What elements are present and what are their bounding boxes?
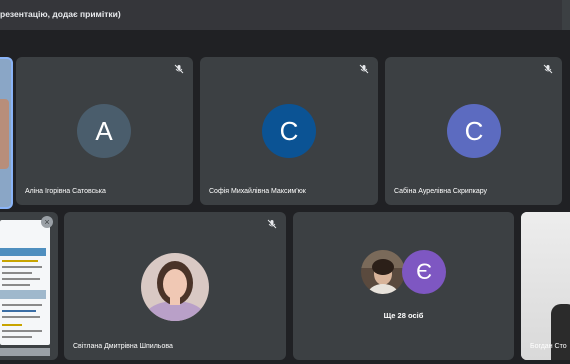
slide-footer-bar xyxy=(0,348,50,356)
close-icon[interactable]: × xyxy=(41,216,53,228)
mic-off-icon xyxy=(359,64,369,74)
avatar: А xyxy=(77,104,131,158)
participant-tile-1[interactable]: А Аліна Ігорівна Сатовська xyxy=(16,57,193,205)
slide-heading-bar xyxy=(0,248,46,256)
participant-name: Софія Михайлівна Максим'юк xyxy=(209,188,306,195)
avatar: Є xyxy=(402,250,446,294)
participant-name: Богдан Сто xyxy=(530,343,567,350)
participant-tile-photo[interactable]: Світлана Дмитрівна Шпильова xyxy=(64,212,286,360)
participant-tile-partial-left[interactable] xyxy=(0,57,13,209)
avatar: С xyxy=(262,104,316,158)
profile-photo xyxy=(141,253,209,321)
more-participants-tile[interactable]: Є Ще 28 осіб xyxy=(293,212,514,360)
participant-name: Світлана Дмитрівна Шпильова xyxy=(73,343,173,350)
top-bar: резентацію, додає примітки) xyxy=(0,0,570,30)
participant-tile-partial-right[interactable]: Богдан Сто xyxy=(521,212,570,360)
slide-text-line xyxy=(2,278,40,280)
slide-text-line xyxy=(2,330,42,332)
avatar-initial: А xyxy=(95,115,113,146)
slide-text-line xyxy=(2,284,30,286)
participant-name: Сабіна Аурелівна Скрипкару xyxy=(394,188,488,195)
avatar-initial: С xyxy=(464,115,484,146)
presentation-slide xyxy=(0,220,50,345)
participant-name: Аліна Ігорівна Сатовська xyxy=(25,188,106,195)
presentation-caption: резентацію, додає примітки) xyxy=(0,9,121,19)
slide-text-line xyxy=(2,304,42,306)
avatar-initial: С xyxy=(279,115,299,146)
slide-text-line xyxy=(2,266,42,268)
slide-text-line xyxy=(2,310,36,312)
participant-tile-2[interactable]: С Софія Михайлівна Максим'юк xyxy=(200,57,378,205)
presentation-tile[interactable] xyxy=(0,212,58,360)
mic-off-icon xyxy=(174,64,184,74)
topbar-edge xyxy=(562,0,570,30)
participant-video xyxy=(0,99,9,169)
participant-tile-3[interactable]: С Сабіна Аурелівна Скрипкару xyxy=(385,57,562,205)
slide-text-line xyxy=(2,324,22,326)
avatar: С xyxy=(447,104,501,158)
more-participants-label: Ще 28 осіб xyxy=(383,311,424,320)
mic-off-icon xyxy=(267,219,277,229)
avatar-initial: Є xyxy=(416,259,432,284)
participant-silhouette xyxy=(551,304,570,360)
slide-text-line xyxy=(2,336,32,338)
mic-off-icon xyxy=(543,64,553,74)
slide-text-line xyxy=(2,260,38,262)
slide-text-line xyxy=(2,272,32,274)
slide-text-line xyxy=(2,316,40,318)
slide-heading-bar xyxy=(0,290,46,299)
participant-thumbnail xyxy=(361,250,405,294)
